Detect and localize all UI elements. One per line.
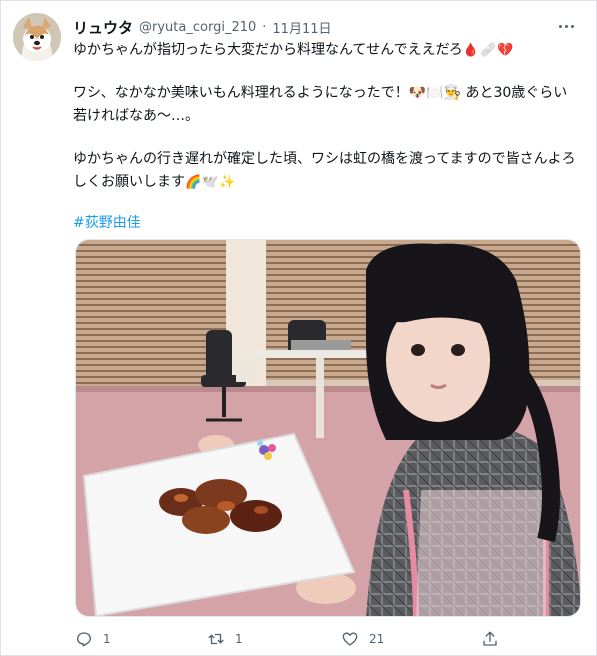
reply-icon xyxy=(76,632,92,647)
paragraph-text: ゆかちゃんが指切ったら大変だから料理なんてせんでええだろ xyxy=(73,42,463,58)
tweet-header: リュウタ @ryuta_corgi_210 · 11月11日 xyxy=(73,17,556,37)
paragraph-text: ゆかちゃんの行き遅れが確定した頃、ワシは虹の橋を渡ってますので皆さんよろしくお願… xyxy=(73,151,576,190)
paragraph-text: ワシ、なかなか美味いもん料理れるようになったで！🐶🍽️👨‍🍳 あと30歳ぐらい若… xyxy=(73,85,568,124)
author-handle[interactable]: @ryuta_corgi_210 xyxy=(139,20,256,35)
reply-count: 1 xyxy=(103,632,111,646)
retweet-icon xyxy=(208,633,224,645)
retweet-count: 1 xyxy=(235,632,243,646)
like-count: 21 xyxy=(369,632,385,646)
like-button[interactable]: 21 xyxy=(341,630,384,648)
tweet-actions: 1 1 21 xyxy=(75,627,575,651)
tweet-date[interactable]: 11月11日 xyxy=(272,18,331,37)
more-icon[interactable] xyxy=(554,15,578,37)
share-button[interactable] xyxy=(481,630,499,648)
author-name[interactable]: リュウタ xyxy=(73,17,133,38)
hashtag-line: #荻野由佳 xyxy=(73,212,578,235)
tweet-paragraph: ゆかちゃんの行き遅れが確定した頃、ワシは虹の橋を渡ってますので皆さんよろしくお願… xyxy=(73,148,578,194)
paragraph-emoji: 🌈🕊️✨ xyxy=(185,175,237,190)
heart-icon xyxy=(342,632,358,646)
share-icon xyxy=(483,631,497,646)
corgi-avatar-icon xyxy=(13,13,61,61)
separator-dot: · xyxy=(262,19,267,35)
paragraph-emoji: 🩸🩹💔 xyxy=(462,43,515,58)
tweet-text: ゆかちゃんが指切ったら大変だから料理なんてせんでええだろ🩸🩹💔 ワシ、なかなか美… xyxy=(73,39,578,255)
tweet-photo[interactable] xyxy=(75,239,581,617)
tweet-card[interactable]: リュウタ @ryuta_corgi_210 · 11月11日 ゆかちゃんが指切っ… xyxy=(0,0,597,656)
avatar[interactable] xyxy=(13,13,61,61)
tweet-paragraph: ワシ、なかなか美味いもん料理れるようになったで！🐶🍽️👨‍🍳 あと30歳ぐらい若… xyxy=(73,82,578,128)
reply-button[interactable]: 1 xyxy=(75,630,111,648)
tweet-paragraph: ゆかちゃんが指切ったら大変だから料理なんてせんでええだろ🩸🩹💔 xyxy=(73,39,578,62)
retweet-button[interactable]: 1 xyxy=(207,630,243,648)
hashtag-link[interactable]: #荻野由佳 xyxy=(73,215,141,231)
photo-scene xyxy=(76,240,580,616)
